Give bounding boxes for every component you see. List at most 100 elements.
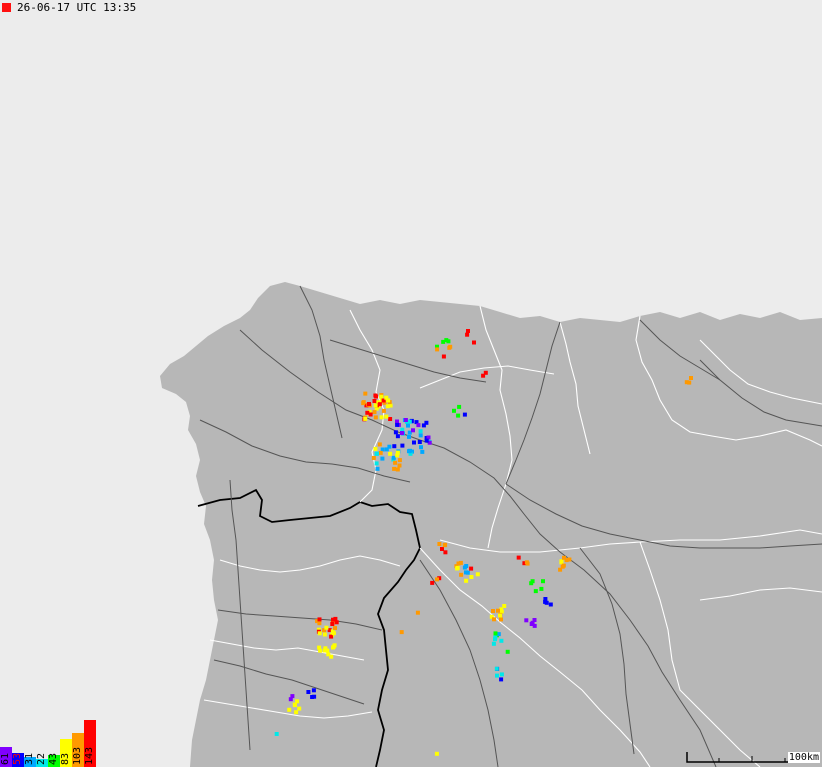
strike-marker — [567, 557, 572, 562]
strike-marker — [371, 456, 376, 460]
strike-marker — [441, 354, 446, 359]
strike-marker — [533, 589, 538, 594]
strike-marker — [378, 450, 383, 455]
strike-marker — [457, 404, 462, 409]
strike-marker — [456, 413, 461, 418]
strike-marker — [331, 631, 336, 636]
strike-marker — [392, 444, 397, 449]
strike-marker — [491, 609, 495, 613]
strike-marker — [367, 402, 371, 406]
timestamp-box: 26-06-17 UTC 13:35 — [2, 0, 136, 14]
strike-marker — [407, 419, 412, 424]
strike-marker — [363, 391, 368, 396]
strike-marker — [384, 414, 389, 419]
strike-marker — [529, 581, 534, 586]
strike-marker — [385, 404, 390, 409]
strike-marker — [443, 542, 448, 547]
strike-marker — [441, 339, 446, 344]
strike-marker — [384, 395, 389, 400]
strike-marker — [499, 638, 504, 643]
scale-label: 100km — [787, 752, 820, 763]
legend-label-1: 53 — [12, 752, 23, 765]
strike-marker — [548, 602, 553, 607]
strike-marker — [387, 444, 392, 449]
strike-marker — [375, 466, 380, 471]
strike-marker — [430, 580, 435, 585]
strike-marker — [373, 415, 378, 420]
strike-marker — [434, 751, 439, 756]
strike-marker — [388, 451, 393, 456]
strike-marker — [412, 440, 416, 445]
strike-marker — [493, 635, 498, 640]
strike-marker — [379, 394, 384, 399]
strike-marker — [475, 572, 480, 577]
strike-marker — [317, 621, 322, 626]
timestamp-marker — [2, 2, 11, 12]
land-area — [160, 282, 822, 767]
strike-marker — [318, 648, 323, 653]
strike-marker — [373, 446, 378, 451]
strike-marker — [392, 466, 397, 471]
strike-marker — [415, 610, 420, 615]
legend-label-3: 22 — [36, 752, 47, 765]
strike-marker — [689, 376, 693, 380]
strike-marker — [532, 623, 537, 628]
strike-marker — [395, 422, 400, 427]
strike-marker — [381, 408, 386, 413]
strike-marker — [446, 339, 451, 344]
strike-marker — [418, 433, 423, 438]
strike-marker — [379, 415, 384, 420]
strike-marker — [380, 456, 385, 461]
strike-marker — [499, 677, 504, 682]
strike-marker — [443, 550, 448, 555]
strike-marker — [317, 617, 322, 622]
timestamp-text: 26-06-17 UTC 13:35 — [17, 0, 137, 14]
strike-marker — [499, 617, 503, 622]
strike-marker — [377, 442, 382, 447]
strike-marker — [539, 586, 544, 591]
strike-marker — [297, 706, 302, 711]
strike-marker — [375, 451, 379, 456]
strike-marker — [494, 666, 499, 671]
strike-marker — [324, 625, 329, 630]
strike-marker — [435, 347, 440, 352]
strike-marker — [287, 707, 292, 712]
strike-marker — [424, 420, 429, 425]
strike-marker — [493, 631, 498, 636]
strike-marker — [498, 613, 502, 618]
strike-marker — [687, 380, 692, 385]
strike-marker — [469, 566, 474, 571]
strike-marker — [399, 630, 404, 635]
strike-marker — [505, 649, 510, 654]
strike-marker — [329, 654, 334, 659]
strike-marker — [483, 370, 488, 375]
strike-marker — [411, 428, 415, 433]
strike-marker — [424, 438, 429, 443]
strike-marker — [416, 423, 421, 428]
strike-marker — [397, 463, 402, 468]
strike-marker — [288, 697, 293, 702]
strike-marker — [417, 440, 422, 444]
strike-marker — [395, 434, 400, 439]
lightning-map[interactable] — [0, 0, 822, 767]
strike-marker — [393, 430, 398, 435]
strike-marker — [363, 416, 368, 421]
legend-label-6: 103 — [72, 746, 83, 765]
strike-marker — [420, 449, 425, 454]
strike-marker — [496, 608, 500, 613]
strike-marker — [491, 641, 496, 646]
strike-marker — [374, 461, 379, 466]
strike-marker — [516, 555, 521, 560]
intensity-legend: 61 53 31 22 43 83 103 143 — [0, 719, 98, 767]
strike-marker — [464, 578, 469, 583]
strike-marker — [455, 565, 460, 570]
strike-marker — [333, 626, 337, 631]
strike-marker — [524, 618, 529, 623]
strike-marker — [373, 403, 378, 408]
strike-marker — [292, 702, 297, 707]
strike-marker — [558, 567, 563, 572]
strike-marker — [469, 575, 474, 579]
strike-marker — [361, 401, 366, 406]
strike-marker — [322, 632, 327, 637]
legend-label-5: 83 — [60, 752, 71, 765]
